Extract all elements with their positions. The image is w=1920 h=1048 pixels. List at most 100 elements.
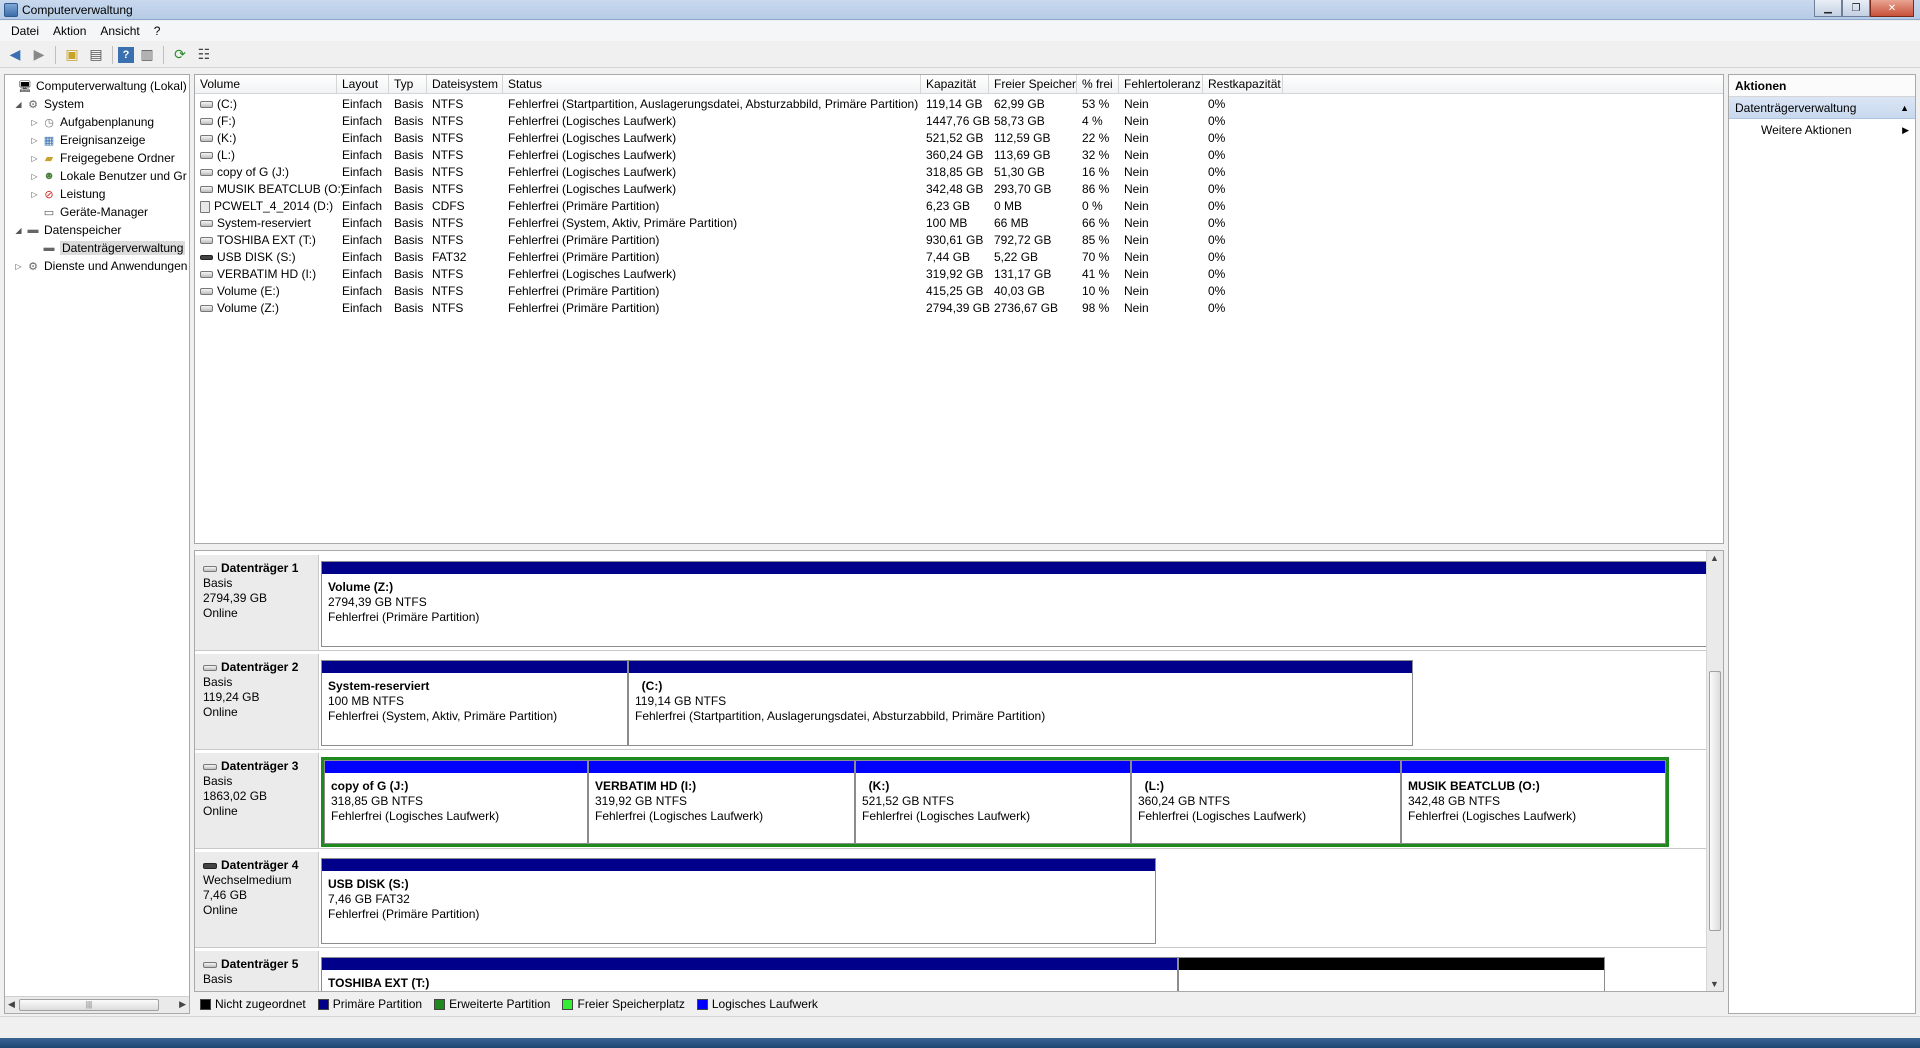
tree-expander[interactable]: ◢ xyxy=(13,100,24,109)
show-hide-action-pane-icon[interactable]: ▥ xyxy=(136,44,158,66)
volume-cell-fs: CDFS xyxy=(432,199,465,213)
column-header-prozent-frei[interactable]: % frei xyxy=(1077,75,1119,94)
collapse-up-icon[interactable]: ▲ xyxy=(1900,97,1909,119)
partition[interactable]: (C:) 119,14 GB NTFS Fehlerfrei (Startpar… xyxy=(628,660,1413,746)
column-header-typ[interactable]: Typ xyxy=(389,75,427,94)
volume-row[interactable]: copy of G (J:) Einfach Basis NTFS Fehlerfrei… xyxy=(195,164,1723,181)
unallocated-space[interactable] xyxy=(1178,957,1605,991)
scroll-right-icon[interactable]: ▶ xyxy=(179,999,186,1010)
disk-row[interactable]: Datenträger 5 Basis TOSHIBA EXT (T:) xyxy=(195,951,1707,991)
logical-drive[interactable]: (K:) 521,52 GB NTFS Fehlerfrei (Logische… xyxy=(855,760,1131,844)
volume-row[interactable]: (C:) Einfach Basis NTFS Fehlerfrei (Startpar… xyxy=(195,96,1723,113)
logical-drive[interactable]: (L:) 360,24 GB NTFS Fehlerfrei (Logische… xyxy=(1131,760,1401,844)
toolbar-separator xyxy=(163,45,164,64)
disk-info: Datenträger 5 Basis xyxy=(195,951,319,991)
column-header-fehlertoleranz[interactable]: Fehlertoleranz xyxy=(1119,75,1203,94)
minimize-button[interactable]: ▁ xyxy=(1814,0,1842,17)
properties-icon[interactable]: ☷ xyxy=(193,44,215,66)
column-header-dateisystem[interactable]: Dateisystem xyxy=(427,75,503,94)
partition[interactable]: System-reserviert 100 MB NTFS Fehlerfrei… xyxy=(321,660,628,746)
maximize-button[interactable]: ❐ xyxy=(1842,0,1870,17)
scroll-up-icon[interactable]: ▲ xyxy=(1710,553,1719,563)
tree-item-ereignisanzeige[interactable]: ▷ ▦ Ereignisanzeige xyxy=(29,131,145,149)
partition-status: Fehlerfrei (Startpartition, Auslagerungs… xyxy=(635,709,1046,723)
column-header-freier-speicher[interactable]: Freier Speicher xyxy=(989,75,1077,94)
tree-item-lokale-benutzer[interactable]: ▷ ☻ Lokale Benutzer und Gr xyxy=(29,167,186,185)
tree-expander[interactable]: ▷ xyxy=(29,190,40,199)
partition[interactable]: TOSHIBA EXT (T:) xyxy=(321,957,1178,991)
disk-row[interactable]: Datenträger 3 Basis 1863,02 GB Online co… xyxy=(195,753,1707,849)
primary-partition-bar xyxy=(322,562,1706,574)
logical-drive[interactable]: VERBATIM HD (I:) 319,92 GB NTFS Fehlerfr… xyxy=(588,760,855,844)
column-header-kapazitaet[interactable]: Kapazität xyxy=(921,75,989,94)
show-hide-tree-icon[interactable]: ▤ xyxy=(85,44,107,66)
column-header-restkapazitaet[interactable]: Restkapazität xyxy=(1203,75,1283,94)
volume-row[interactable]: PCWELT_4_2014 (D:) Einfach Basis CDFS Fehler… xyxy=(195,198,1723,215)
tree-expander[interactable]: ◢ xyxy=(13,226,24,235)
toolbar-separator xyxy=(55,45,56,64)
column-header-status[interactable]: Status xyxy=(503,75,921,94)
tree-item-datentraegerverwaltung[interactable]: ▬ Datenträgerverwaltung xyxy=(29,239,186,257)
partition[interactable]: USB DISK (S:) 7,46 GB FAT32 Fehlerfrei (… xyxy=(321,858,1156,944)
refresh-icon[interactable]: ⟳ xyxy=(169,44,191,66)
volume-row[interactable]: USB DISK (S:) Einfach Basis FAT32 Fehlerfrei… xyxy=(195,249,1723,266)
tree-expander[interactable]: ▷ xyxy=(29,118,40,127)
tree-item-datenspeicher[interactable]: ◢ ▬ Datenspeicher xyxy=(13,221,121,239)
tree-item-computerverwaltung[interactable]: 🖥 Computerverwaltung (Lokal) xyxy=(5,77,187,95)
disk-row[interactable]: Datenträger 4 Wechselmedium 7,46 GB Onli… xyxy=(195,852,1707,948)
primary-partition-bar xyxy=(322,859,1155,871)
logical-drive[interactable]: MUSIK BEATCLUB (O:) 342,48 GB NTFS Fehle… xyxy=(1401,760,1666,844)
menu-aktion[interactable]: Aktion xyxy=(46,24,93,38)
volume-name: MUSIK BEATCLUB (O:) xyxy=(217,182,345,196)
volume-cell-ft: Nein xyxy=(1124,131,1149,145)
volume-row[interactable]: VERBATIM HD (I:) Einfach Basis NTFS Fehlerfr… xyxy=(195,266,1723,283)
action-weitere-aktionen[interactable]: Weitere Aktionen ▶ xyxy=(1729,119,1915,141)
hard-disk-icon xyxy=(200,101,213,109)
volume-cell-typ: Basis xyxy=(394,114,424,128)
volume-row[interactable]: System-reserviert Einfach Basis NTFS Fehlerf… xyxy=(195,215,1723,232)
actions-section-datentraegerverwaltung[interactable]: Datenträgerverwaltung ▲ xyxy=(1729,97,1915,119)
forward-arrow-icon[interactable]: ▶ xyxy=(28,44,50,66)
primary-partition-bar xyxy=(629,661,1412,673)
volume-name: TOSHIBA EXT (T:) xyxy=(217,233,316,247)
tree-item-dienste-und-anwendungen[interactable]: ▷ ⚙ Dienste und Anwendungen xyxy=(13,257,187,275)
disk-view-vertical-scrollbar[interactable]: ▲ ▼ xyxy=(1706,551,1723,991)
menu-ansicht[interactable]: Ansicht xyxy=(93,24,146,38)
logical-drive[interactable]: copy of G (J:) 318,85 GB NTFS Fehlerfrei… xyxy=(324,760,588,844)
volume-row[interactable]: (K:) Einfach Basis NTFS Fehlerfrei (Logische… xyxy=(195,130,1723,147)
menu-help[interactable]: ? xyxy=(147,24,168,38)
scroll-thumb[interactable]: ||| xyxy=(19,999,159,1011)
tree-item-geraete-manager[interactable]: ▭ Geräte-Manager xyxy=(29,203,148,221)
volume-row[interactable]: (L:) Einfach Basis NTFS Fehlerfrei (Logische… xyxy=(195,147,1723,164)
menu-datei[interactable]: Datei xyxy=(4,24,46,38)
volume-row[interactable]: (F:) Einfach Basis NTFS Fehlerfrei (Logische… xyxy=(195,113,1723,130)
tree-item-freigegebene-ordner[interactable]: ▷ ▰ Freigegebene Ordner xyxy=(29,149,174,167)
tree-expander[interactable]: ▷ xyxy=(29,136,40,145)
volume-row[interactable]: MUSIK BEATCLUB (O:) Einfach Basis NTFS Fehle… xyxy=(195,181,1723,198)
disk-row[interactable]: Datenträger 2 Basis 119,24 GB Online Sys… xyxy=(195,654,1707,750)
close-button[interactable]: ✕ xyxy=(1870,0,1914,17)
scroll-down-icon[interactable]: ▼ xyxy=(1710,979,1719,989)
back-arrow-icon[interactable]: ◀ xyxy=(4,44,26,66)
tree-horizontal-scrollbar[interactable]: ◀ ||| ▶ xyxy=(5,996,189,1013)
scroll-left-icon[interactable]: ◀ xyxy=(8,999,15,1010)
tree-item-aufgabenplanung[interactable]: ▷ ◷ Aufgabenplanung xyxy=(29,113,154,131)
volume-row[interactable]: Volume (Z:) Einfach Basis NTFS Fehlerfrei (P… xyxy=(195,300,1723,317)
tree-expander[interactable]: ▷ xyxy=(13,262,24,271)
column-header-volume[interactable]: Volume xyxy=(195,75,337,94)
help-icon[interactable]: ? xyxy=(118,46,134,63)
cd-drive-icon xyxy=(200,200,210,213)
tree-expander[interactable]: ▷ xyxy=(29,172,40,181)
tree-item-system[interactable]: ◢ ⚙ System xyxy=(13,95,84,113)
partition[interactable]: Volume (Z:) 2794,39 GB NTFS Fehlerfrei (… xyxy=(321,561,1707,647)
tree-expander[interactable]: ▷ xyxy=(29,154,40,163)
volume-row[interactable]: Volume (E:) Einfach Basis NTFS Fehlerfrei (P… xyxy=(195,283,1723,300)
disk-row[interactable]: Datenträger 1 Basis 2794,39 GB Online Vo… xyxy=(195,555,1707,651)
tree-item-leistung[interactable]: ▷ ⊘ Leistung xyxy=(29,185,105,203)
up-folder-icon[interactable]: ▣ xyxy=(61,44,83,66)
scroll-thumb[interactable] xyxy=(1709,671,1721,931)
column-header-layout[interactable]: Layout xyxy=(337,75,389,94)
volume-row[interactable]: TOSHIBA EXT (T:) Einfach Basis NTFS Fehlerfr… xyxy=(195,232,1723,249)
extended-partition[interactable]: copy of G (J:) 318,85 GB NTFS Fehlerfrei… xyxy=(321,757,1669,847)
action-label: Weitere Aktionen xyxy=(1761,123,1852,137)
